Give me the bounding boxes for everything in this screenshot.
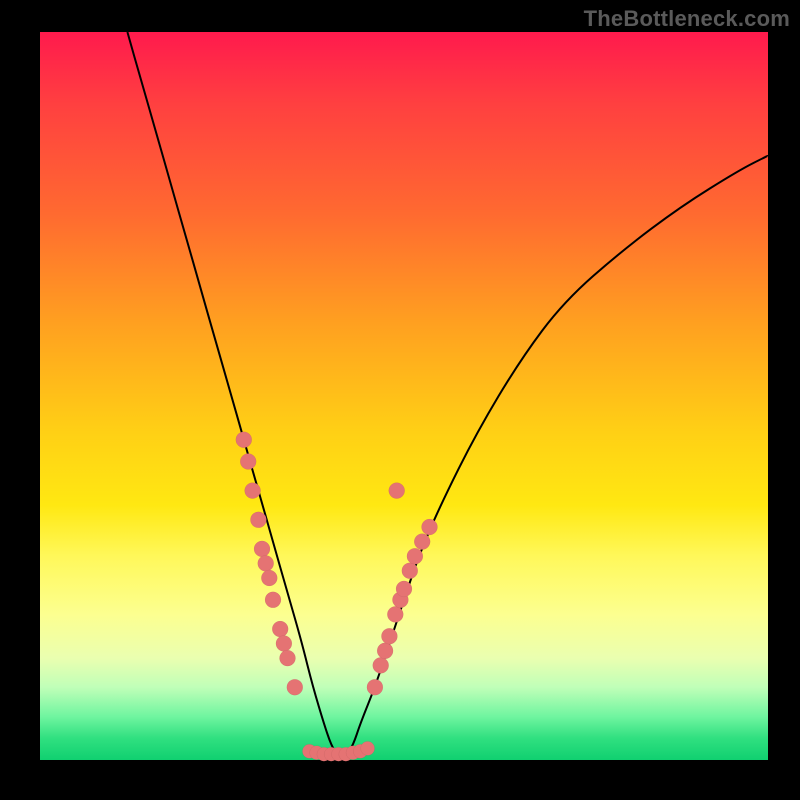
dot-cluster-left: [236, 432, 303, 696]
plot-area: [40, 32, 768, 760]
dot-cluster-right: [367, 483, 438, 696]
watermark-text: TheBottleneck.com: [584, 6, 790, 32]
dot-cluster-valley: [302, 741, 374, 761]
chart-container: { "watermark": "TheBottleneck.com", "col…: [0, 0, 800, 800]
bottleneck-curve: [127, 32, 768, 756]
curve-layer: [40, 32, 768, 760]
